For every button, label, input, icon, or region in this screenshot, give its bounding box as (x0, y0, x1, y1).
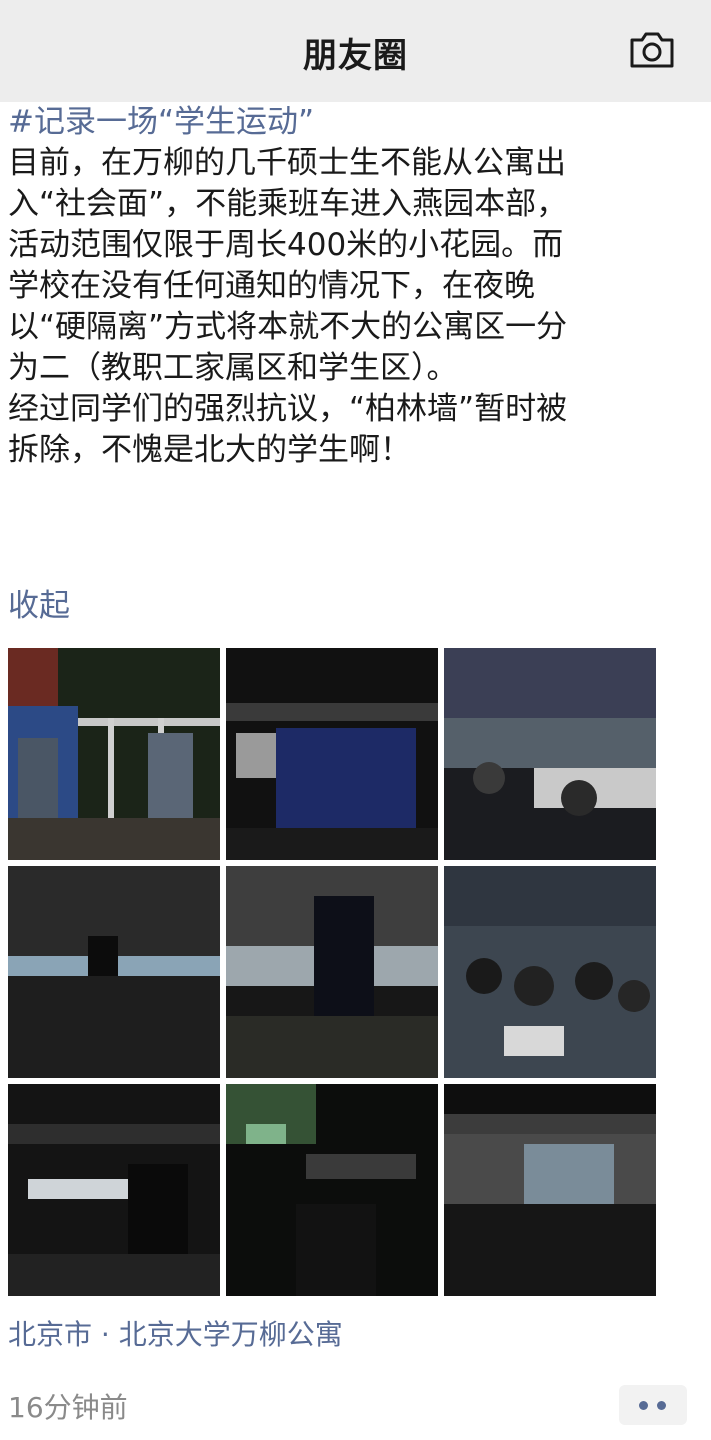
post-body: #记录一场“学生运动” 目前，在万柳的几千硕士生不能从公寓出 入“社会面”，不能… (8, 102, 688, 471)
photo-thumbnail[interactable] (8, 1084, 220, 1296)
photo-thumbnail[interactable] (8, 648, 220, 860)
post-text-line: 经过同学们的强烈抗议，“柏林墙”暂时被 (8, 391, 568, 427)
dot-icon (657, 1401, 666, 1410)
photo-grid (8, 648, 658, 1296)
post-text-line: 以“硬隔离”方式将本就不大的公寓区一分 (8, 309, 568, 345)
photo-thumbnail[interactable] (8, 866, 220, 1078)
more-dots-icon[interactable] (619, 1385, 687, 1425)
camera-icon[interactable] (628, 30, 676, 70)
post-text-line: 学校在没有任何通知的情况下，在夜晚 (8, 268, 535, 304)
dot-icon (639, 1401, 648, 1410)
page-title: 朋友圈 (303, 36, 408, 76)
photo-thumbnail[interactable] (226, 866, 438, 1078)
photo-thumbnail[interactable] (444, 866, 656, 1078)
photo-thumbnail[interactable] (444, 648, 656, 860)
photo-thumbnail[interactable] (226, 648, 438, 860)
post-timestamp: 16分钟前 (8, 1391, 128, 1424)
collapse-link[interactable]: 收起 (8, 580, 70, 625)
post-text-line: 活动范围仅限于周长400米的小花园。而 (8, 227, 564, 263)
top-bar: 朋友圈 (0, 0, 711, 102)
post-hashtag[interactable]: #记录一场“学生运动” (8, 102, 688, 143)
post-text-line: 拆除，不愧是北大的学生啊！ (8, 432, 411, 468)
post-text-line: 为二（教职工家属区和学生区）。 (8, 350, 458, 386)
location-link[interactable]: 北京市 · 北京大学万柳公寓 (8, 1313, 343, 1353)
post-text-line: 目前，在万柳的几千硕士生不能从公寓出 (8, 145, 566, 181)
post-text-line: 入“社会面”，不能乘班车进入燕园本部， (8, 186, 568, 222)
photo-thumbnail[interactable] (444, 1084, 656, 1296)
photo-thumbnail[interactable] (226, 1084, 438, 1296)
